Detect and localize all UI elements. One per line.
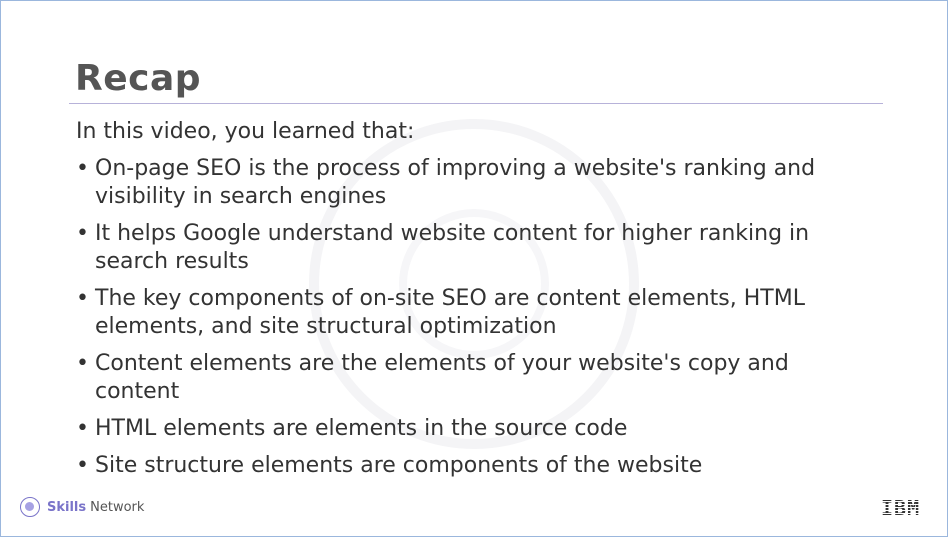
bullet-list: • On-page SEO is the process of improvin… xyxy=(76,155,876,480)
slide-title: Recap xyxy=(75,58,202,99)
bullet-text: The key components of on-site SEO are co… xyxy=(95,286,805,339)
bullet-dot: • xyxy=(76,221,89,246)
bullet-text: Site structure elements are components o… xyxy=(95,453,703,478)
bullet-text: Content elements are the elements of you… xyxy=(95,351,789,404)
bullet-text: It helps Google understand website conte… xyxy=(95,221,810,274)
bullet-item: • On-page SEO is the process of improvin… xyxy=(76,155,876,211)
bullet-dot: • xyxy=(76,351,89,376)
bullet-dot: • xyxy=(76,416,89,441)
slide-content: In this video, you learned that: • On-pa… xyxy=(76,118,876,489)
skills-network-brand-light: Network xyxy=(90,499,145,515)
bullet-item: • HTML elements are elements in the sour… xyxy=(76,415,876,443)
skills-network-logo-icon xyxy=(20,497,40,517)
slide-frame: Recap In this video, you learned that: •… xyxy=(0,0,948,537)
skills-network-logo: Skills Network xyxy=(20,496,144,518)
bullet-text: On-page SEO is the process of improving … xyxy=(95,156,816,209)
bullet-dot: • xyxy=(76,286,89,311)
bullet-text: HTML elements are elements in the source… xyxy=(95,416,628,441)
bullet-item: • Content elements are the elements of y… xyxy=(76,350,876,406)
title-divider xyxy=(69,103,883,104)
intro-text: In this video, you learned that: xyxy=(76,119,415,144)
bullet-item: • Site structure elements are components… xyxy=(76,452,876,480)
bullet-dot: • xyxy=(76,453,89,478)
bullet-item: • The key components of on-site SEO are … xyxy=(76,285,876,341)
bullet-dot: • xyxy=(76,156,89,181)
bullet-item: • It helps Google understand website con… xyxy=(76,220,876,276)
skills-network-brand-bold: Skills xyxy=(47,499,87,515)
ibm-logo: IBM xyxy=(881,496,920,520)
ibm-logo-text: IBM xyxy=(881,496,921,520)
